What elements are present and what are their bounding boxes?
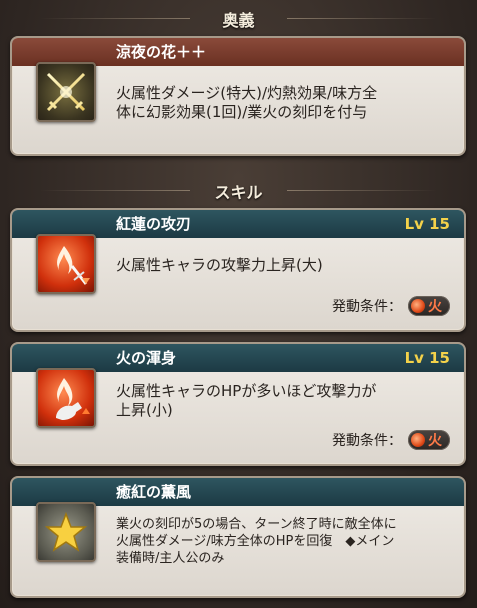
- skill-2-condition: 発動条件： 火: [332, 430, 450, 450]
- skill-1-level: Lv 15: [404, 215, 450, 233]
- skill-2-level: Lv 15: [404, 349, 450, 367]
- skill-2-desc-line-1: 火属性キャラのHPが多いほど攻撃力が: [116, 382, 377, 400]
- skill-section-label: スキル: [214, 183, 263, 202]
- skill-2-name: 火の渾身: [116, 349, 177, 367]
- fire-icon: [411, 433, 425, 447]
- skill-1-condition-label: 発動条件：: [332, 299, 402, 315]
- ougi-section-label: 奥義: [222, 11, 255, 30]
- skill-1-element: 火: [428, 299, 442, 315]
- ougi-card[interactable]: 涼夜の花＋＋ 火属性ダメージ(特大)/灼熱効果/味方全 体に幻影効果(1回)/業…: [10, 36, 466, 156]
- skill-1-condition: 発動条件： 火: [332, 296, 450, 316]
- skill-2-description: 火属性キャラのHPが多いほど攻撃力が 上昇(小): [116, 382, 450, 420]
- skill-2-desc-line-2: 上昇(小): [116, 401, 173, 419]
- ougi-description: 火属性ダメージ(特大)/灼熱効果/味方全 体に幻影効果(1回)/業火の刻印を付与: [116, 84, 450, 122]
- star-icon: [36, 502, 96, 562]
- skill-card-2[interactable]: 火の渾身 Lv 15 火属性キャラのHPが多いほど攻撃力が 上昇(小) 発動条件…: [10, 342, 466, 466]
- skill-3-desc-line-3: 装備時/主人公のみ: [116, 551, 225, 566]
- skill-2-condition-label: 発動条件：: [332, 433, 402, 449]
- fire-element-badge: 火: [408, 296, 450, 316]
- skill-1-description: 火属性キャラの攻撃力上昇(大): [116, 256, 450, 275]
- fire-sword-icon: [36, 234, 96, 294]
- skill-card-1[interactable]: 紅蓮の攻刃 Lv 15 火属性キャラの攻撃力上昇(大) 発動条件： 火: [10, 208, 466, 332]
- fire-icon: [411, 299, 425, 313]
- ougi-name: 涼夜の花＋＋: [116, 43, 207, 61]
- crossed-swords-icon: [36, 62, 96, 122]
- ougi-section-title: 奥義: [0, 4, 477, 34]
- skill-3-desc-line-2: 火属性ダメージ/味方全体のHPを回復 ◆メイン: [116, 534, 395, 549]
- skill-section-title: スキル: [0, 176, 477, 206]
- skill-2-element: 火: [428, 433, 442, 449]
- skill-card-3[interactable]: 癒紅の薫風 業火の刻印が5の場合、ターン終了時に敵全体に 火属性ダメージ/味方全…: [10, 476, 466, 598]
- fire-element-badge: 火: [408, 430, 450, 450]
- ougi-desc-line-2: 体に幻影効果(1回)/業火の刻印を付与: [116, 103, 368, 121]
- skill-3-description: 業火の刻印が5の場合、ターン終了時に敵全体に 火属性ダメージ/味方全体のHPを回…: [116, 516, 450, 567]
- skill-1-desc-line-1: 火属性キャラの攻撃力上昇(大): [116, 256, 323, 274]
- ougi-desc-line-1: 火属性ダメージ(特大)/灼熱効果/味方全: [116, 84, 378, 102]
- skill-3-desc-line-1: 業火の刻印が5の場合、ターン終了時に敵全体に: [116, 517, 397, 532]
- skill-1-name: 紅蓮の攻刃: [116, 215, 192, 233]
- skill-3-name: 癒紅の薫風: [116, 483, 192, 501]
- fire-arm-icon: [36, 368, 96, 428]
